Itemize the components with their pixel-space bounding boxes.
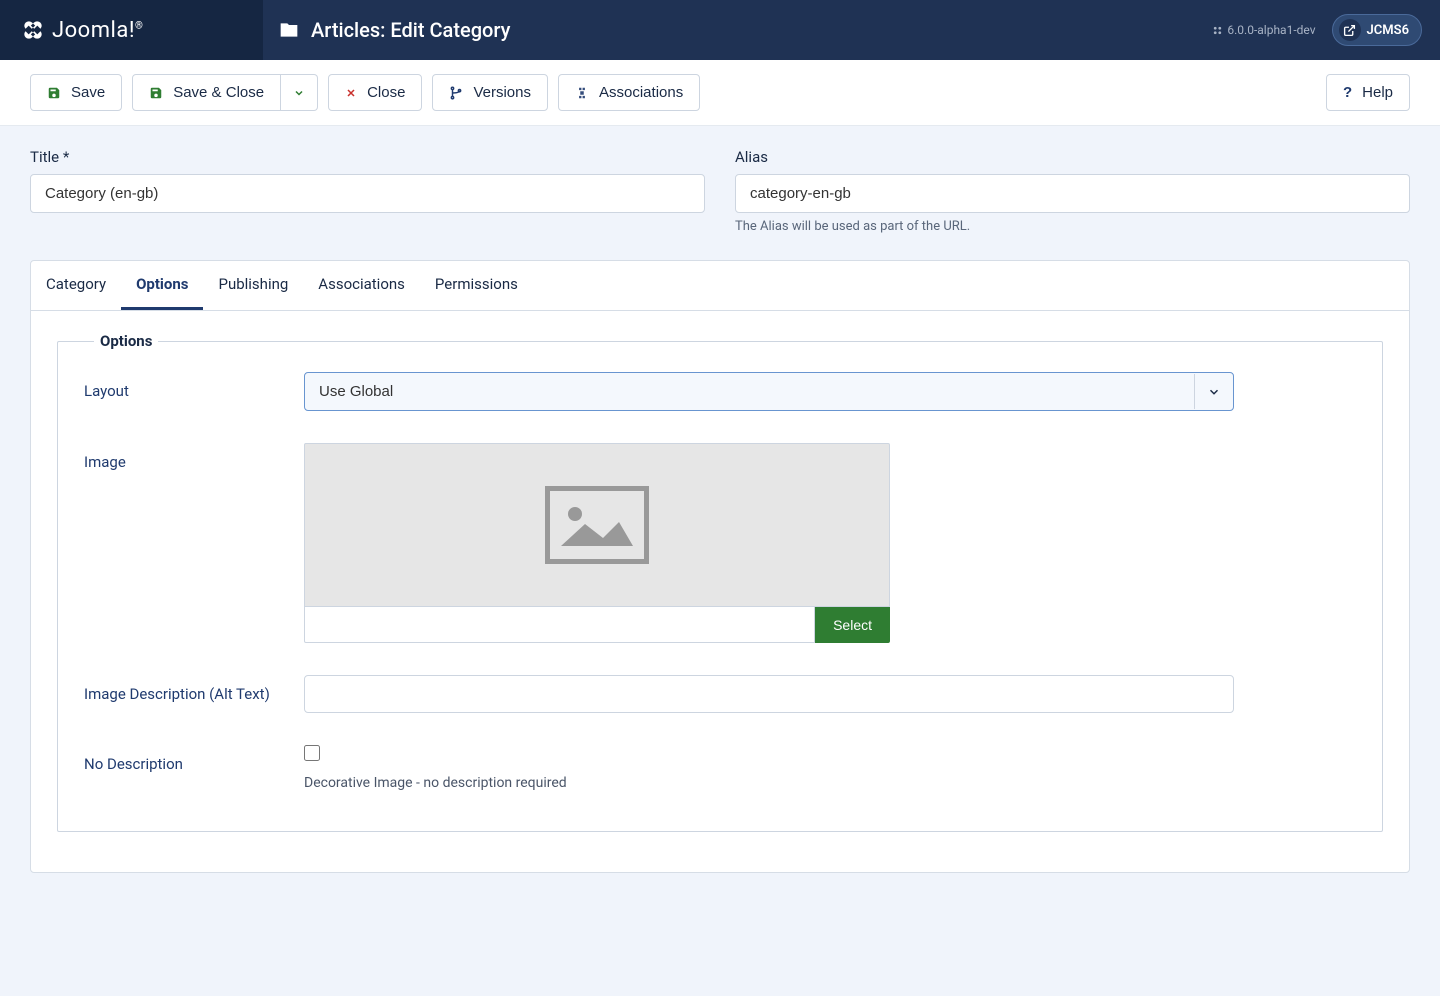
tab-associations[interactable]: Associations <box>303 261 420 310</box>
associations-icon <box>575 86 589 100</box>
associations-button[interactable]: Associations <box>558 74 700 111</box>
layout-label: Layout <box>84 372 304 411</box>
save-button[interactable]: Save <box>30 74 122 111</box>
topbar: Joomla!® Articles: Edit Category 6.0.0-a… <box>0 0 1440 60</box>
joomla-small-icon <box>1212 25 1223 36</box>
save-close-button[interactable]: Save & Close <box>132 74 281 111</box>
save-close-dropdown[interactable] <box>281 74 318 111</box>
image-preview <box>304 443 890 607</box>
external-link-icon <box>1339 19 1361 41</box>
fieldset-legend: Options <box>94 332 158 350</box>
user-menu[interactable]: JCMS6 <box>1332 14 1422 46</box>
page-title-text: Articles: Edit Category <box>311 18 510 42</box>
save-icon <box>47 86 61 100</box>
tab-container: Category Options Publishing Associations… <box>30 260 1410 873</box>
toolbar: Save Save & Close Close Versions Associa… <box>0 60 1440 126</box>
no-desc-label: No Description <box>84 745 304 791</box>
no-desc-hint: Decorative Image - no description requir… <box>304 775 1356 791</box>
image-label: Image <box>84 443 304 643</box>
alt-text-label: Image Description (Alt Text) <box>84 675 304 713</box>
help-button[interactable]: ? Help <box>1326 74 1410 111</box>
help-icon: ? <box>1343 84 1352 101</box>
layout-select[interactable]: Use Global <box>304 372 1234 411</box>
tab-content: Options Layout Use Global <box>31 311 1409 872</box>
title-label: Title * <box>30 148 705 166</box>
save-icon <box>149 86 163 100</box>
tabs: Category Options Publishing Associations… <box>31 261 1409 311</box>
tab-category[interactable]: Category <box>31 261 121 310</box>
close-button[interactable]: Close <box>328 74 422 111</box>
title-input[interactable] <box>30 174 705 213</box>
no-desc-checkbox[interactable] <box>304 745 320 761</box>
brand-text: Joomla!® <box>52 18 143 43</box>
image-select-button[interactable]: Select <box>815 607 890 643</box>
content: Title * Alias The Alias will be used as … <box>0 126 1440 895</box>
tab-publishing[interactable]: Publishing <box>203 261 303 310</box>
page-title: Articles: Edit Category <box>263 18 1212 42</box>
topbar-right: 6.0.0-alpha1-dev JCMS6 <box>1212 14 1440 46</box>
folder-icon <box>279 20 299 40</box>
brand[interactable]: Joomla!® <box>0 0 263 60</box>
alias-label: Alias <box>735 148 1410 166</box>
chevron-down-icon <box>293 87 305 99</box>
alias-input[interactable] <box>735 174 1410 213</box>
image-path-input[interactable] <box>304 607 815 643</box>
save-close-group: Save & Close <box>132 74 318 111</box>
alt-text-input[interactable] <box>304 675 1234 713</box>
branch-icon <box>449 86 463 100</box>
tab-options[interactable]: Options <box>121 261 203 310</box>
versions-button[interactable]: Versions <box>432 74 548 111</box>
tab-permissions[interactable]: Permissions <box>420 261 533 310</box>
version-text[interactable]: 6.0.0-alpha1-dev <box>1212 23 1315 37</box>
alias-hint: The Alias will be used as part of the UR… <box>735 219 1410 234</box>
image-placeholder-icon <box>545 486 649 564</box>
close-icon <box>345 87 357 99</box>
options-fieldset: Options Layout Use Global <box>57 341 1383 832</box>
joomla-logo-icon <box>20 17 46 43</box>
